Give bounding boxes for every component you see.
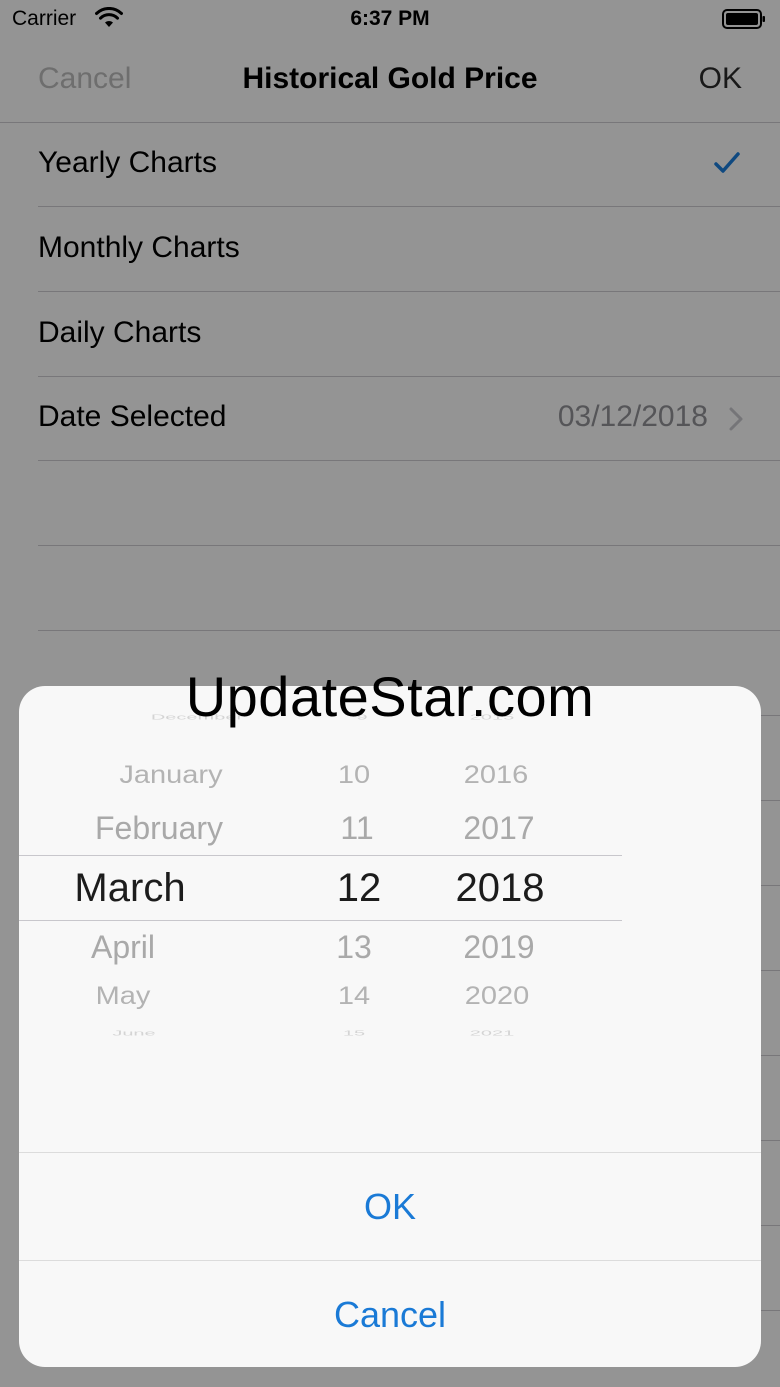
picker-day-option[interactable]: 11 bbox=[340, 810, 373, 847]
picker-month-option[interactable]: February bbox=[95, 810, 223, 847]
picker-month-selected[interactable]: March bbox=[74, 866, 185, 911]
picker-year-selected[interactable]: 2018 bbox=[456, 866, 545, 911]
picker-month-option[interactable]: June bbox=[112, 1029, 155, 1037]
picker-month-option[interactable]: January bbox=[119, 761, 222, 789]
picker-year-option[interactable]: 2021 bbox=[470, 1029, 515, 1037]
date-picker-alert: December January February March April Ma… bbox=[19, 686, 761, 1367]
picker-month-option[interactable]: May bbox=[96, 982, 151, 1010]
alert-ok-button[interactable]: OK bbox=[19, 1152, 761, 1260]
picker-year-option[interactable]: 2016 bbox=[464, 761, 529, 789]
picker-year-option[interactable]: 2017 bbox=[463, 810, 534, 847]
picker-month-option[interactable]: April bbox=[91, 929, 155, 966]
date-picker[interactable]: December January February March April Ma… bbox=[19, 686, 761, 1152]
picker-year-option[interactable]: 2020 bbox=[465, 982, 530, 1010]
picker-day-option[interactable]: 15 bbox=[343, 1029, 365, 1037]
watermark-text: UpdateStar.com bbox=[185, 665, 595, 728]
picker-selection-bottom-line bbox=[19, 920, 622, 921]
picker-day-option[interactable]: 13 bbox=[336, 929, 372, 966]
picker-day-option[interactable]: 14 bbox=[338, 982, 370, 1010]
picker-day-selected[interactable]: 12 bbox=[337, 866, 382, 911]
picker-year-option[interactable]: 2019 bbox=[463, 929, 534, 966]
picker-day-option[interactable]: 10 bbox=[338, 761, 370, 789]
alert-cancel-button[interactable]: Cancel bbox=[19, 1260, 761, 1367]
picker-selection-top-line bbox=[19, 855, 622, 856]
screen: Carrier 6:37 PM Cancel Historical Gold P… bbox=[0, 0, 780, 1387]
